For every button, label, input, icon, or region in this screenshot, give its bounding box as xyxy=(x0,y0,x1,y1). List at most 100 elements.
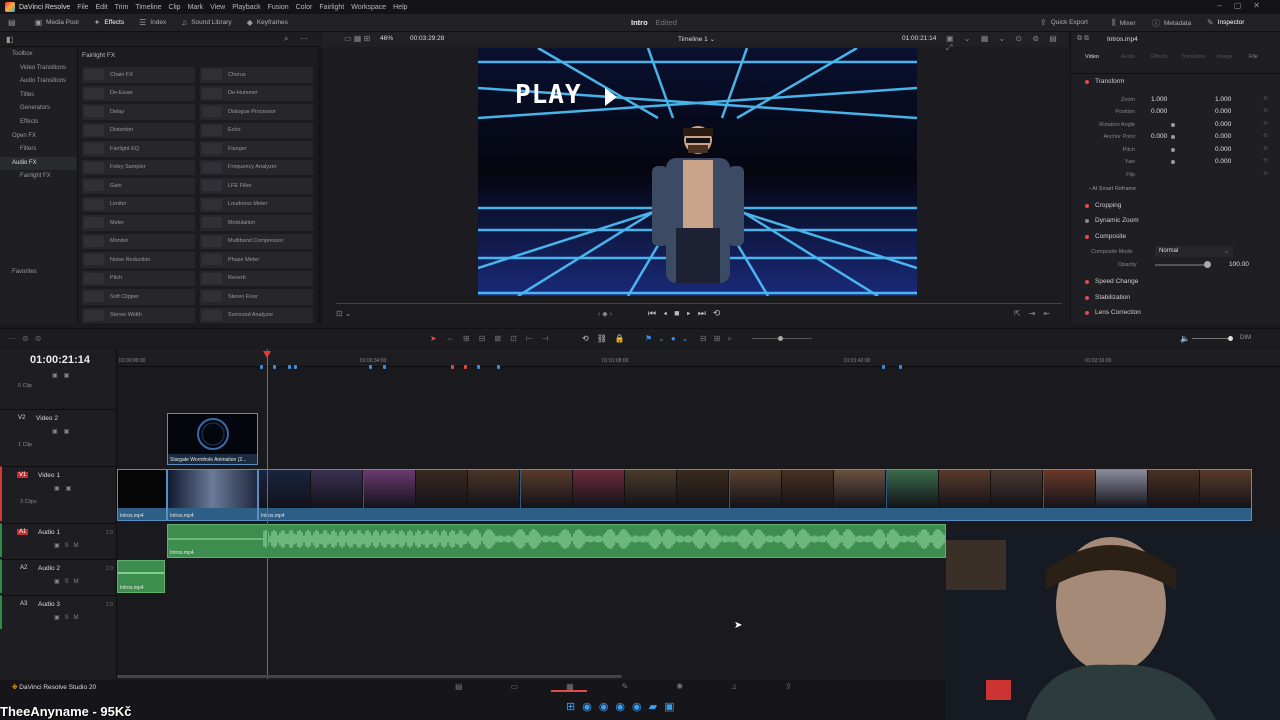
track-a1[interactable]: A1 Audio 1 2.0 ▣SM xyxy=(0,523,117,557)
viewer-layout-icon[interactable]: ▭ ▦ ⊞ xyxy=(344,34,370,43)
transform-slider-handle[interactable] xyxy=(1171,123,1175,127)
metadata-button[interactable]: ⓘ Metadata xyxy=(1152,18,1191,29)
inspector-button[interactable]: ✎ Inspector xyxy=(1207,18,1244,27)
tree-item[interactable]: Filters xyxy=(0,143,77,157)
timeline-marker[interactable] xyxy=(464,365,467,369)
timeline-marker[interactable] xyxy=(369,365,372,369)
timeline-marker[interactable] xyxy=(383,365,386,369)
effect-item[interactable]: Surround Analyzer xyxy=(200,307,313,323)
layout-icon[interactable]: ▤ xyxy=(8,18,20,27)
effects-button[interactable]: ✦ Effects xyxy=(94,18,124,27)
tree-item[interactable]: Video Transitions xyxy=(0,62,77,76)
effect-item[interactable]: Multiband Compressor xyxy=(200,233,313,249)
timeline-view-icons[interactable]: ⋯⊚⊛ xyxy=(8,334,47,343)
effect-item[interactable]: Reverb xyxy=(200,270,313,286)
effect-item[interactable]: Flanger xyxy=(200,141,313,157)
clip-audio-a1[interactable]: Intros.mp4 xyxy=(167,524,946,558)
tab-file[interactable]: File xyxy=(1249,54,1258,60)
transform-y-value[interactable]: 0.000 xyxy=(1215,146,1231,153)
transform-x-value[interactable]: 0.000 xyxy=(1151,133,1167,140)
viewer-options-icons[interactable]: ▣ ⌄ ▦ ⌄ ⊙ ⊚ ▤ ⤢ xyxy=(946,34,1068,53)
tree-item[interactable]: Titles xyxy=(0,89,77,103)
viewer-zoom[interactable]: 46% xyxy=(380,35,393,42)
transform-x-value[interactable]: 1.000 xyxy=(1151,96,1167,103)
track-mute-solo-icons[interactable]: ▣SM xyxy=(54,614,84,621)
dim-button[interactable]: DIM xyxy=(1240,335,1251,341)
track-v1[interactable]: V1 Video 1 ▣▣ 3 Clips xyxy=(0,466,117,521)
reset-icon[interactable]: ⟲ xyxy=(1263,158,1268,164)
menu-fairlight[interactable]: Fairlight xyxy=(319,4,344,11)
flag-marker-icons[interactable]: ⚑⌄●⌄ xyxy=(645,334,694,343)
clip-intros-3[interactable]: Intros.mp4 xyxy=(258,469,1252,521)
tree-item[interactable]: Fairlight FX xyxy=(0,170,77,184)
effect-item[interactable]: Soft Clipper xyxy=(82,289,195,305)
menu-view[interactable]: View xyxy=(210,4,225,11)
timeline-marker[interactable] xyxy=(260,365,263,369)
effect-item[interactable]: Dialogue Processor xyxy=(200,104,313,120)
tab-effects[interactable]: Effects xyxy=(1151,54,1168,60)
quick-export-button[interactable]: ⇪ Quick Export xyxy=(1040,18,1088,27)
effect-item[interactable]: De-Hummer xyxy=(200,85,313,101)
timeline-marker[interactable] xyxy=(477,365,480,369)
speaker-icon[interactable]: 🔈 xyxy=(1180,334,1190,343)
effect-item[interactable]: Chain FX xyxy=(82,67,195,83)
menu-edit[interactable]: Edit xyxy=(96,4,108,11)
effect-item[interactable]: Meter xyxy=(82,215,195,231)
transform-slider-handle[interactable] xyxy=(1171,148,1175,152)
clip-audio-a2[interactable]: Intros.mp4 xyxy=(117,560,165,593)
timeline-marker[interactable] xyxy=(451,365,454,369)
sidebar-toggle-icon[interactable]: ◧ xyxy=(6,35,14,44)
media-pool-button[interactable]: ▣ Media Pool xyxy=(35,18,79,27)
page-switcher[interactable]: ▤▭▦✎✺♫⇪ xyxy=(455,682,840,691)
stabilization-section[interactable]: Stabilization xyxy=(1071,291,1280,305)
effect-item[interactable]: Phase Meter xyxy=(200,252,313,268)
jog-control-icon[interactable]: ‹ ◆ › xyxy=(598,310,612,318)
timeline-timecode[interactable]: 01:00:21:14 xyxy=(30,354,90,366)
opacity-value[interactable]: 100.00 xyxy=(1229,261,1249,268)
reset-icon[interactable]: ⟲ xyxy=(1263,121,1268,127)
edit-tools-icons[interactable]: ⇔⊞⊟⊠⊡⊢⊣ xyxy=(446,334,558,343)
tab-video[interactable]: Video xyxy=(1085,54,1099,60)
transform-y-value[interactable]: 1.000 xyxy=(1215,96,1231,103)
transform-section[interactable]: Transform xyxy=(1071,75,1280,89)
smart-reframe-section[interactable]: › AI Smart Reframe xyxy=(1089,186,1136,192)
timeline-scrollbar[interactable] xyxy=(117,675,622,678)
search-icon[interactable]: ⌕ xyxy=(284,34,288,44)
tree-item[interactable]: Toolbox xyxy=(0,48,77,62)
transform-y-value[interactable]: 0.000 xyxy=(1215,133,1231,140)
speed-change-section[interactable]: Speed Change xyxy=(1071,275,1280,289)
lens-correction-section[interactable]: Lens Correction xyxy=(1071,306,1280,320)
timeline-marker[interactable] xyxy=(288,365,291,369)
menu-mark[interactable]: Mark xyxy=(188,4,204,11)
more-options-icon[interactable]: ⋯ xyxy=(300,34,308,43)
effect-item[interactable]: Distortion xyxy=(82,122,195,138)
timeline-zoom-handle[interactable] xyxy=(778,336,783,341)
reset-icon[interactable]: ⟲ xyxy=(1263,108,1268,114)
timeline-ruler[interactable]: 01:00:00:00 01:00:34:00 01:01:08:00 01:0… xyxy=(117,349,1280,367)
effect-item[interactable]: Frequency Analyzer xyxy=(200,159,313,175)
tab-image[interactable]: Image xyxy=(1217,54,1232,60)
effect-item[interactable]: Loudness Meter xyxy=(200,196,313,212)
effect-item[interactable]: Stereo Width xyxy=(82,307,195,323)
index-button[interactable]: ☰ Index xyxy=(139,18,166,27)
effect-item[interactable]: Delay xyxy=(82,104,195,120)
viewer-scrubber[interactable] xyxy=(336,303,1062,304)
track-a2[interactable]: A2 Audio 2 2.0 ▣SM xyxy=(0,559,117,593)
reset-icon[interactable]: ⟲ xyxy=(1263,171,1268,177)
window-controls[interactable]: –▢✕ xyxy=(1217,1,1272,10)
effect-item[interactable]: Gain xyxy=(82,178,195,194)
timeline-marker[interactable] xyxy=(294,365,297,369)
transform-slider-handle[interactable] xyxy=(1171,135,1175,139)
effect-item[interactable]: Chorus xyxy=(200,67,313,83)
transform-y-value[interactable]: 0.000 xyxy=(1215,108,1231,115)
timeline-marker[interactable] xyxy=(882,365,885,369)
menu-help[interactable]: Help xyxy=(393,4,407,11)
snap-link-lock-icons[interactable]: ⟲⛓🔒 xyxy=(582,334,633,343)
clip-stargate-wormhole[interactable]: Stargate Wormhole Animation (2... xyxy=(167,413,258,465)
zoom-mode-icons[interactable]: ⊟⊞⌕ xyxy=(700,334,739,344)
track-mute-solo-icons[interactable]: ▣SM xyxy=(54,542,84,549)
menu-trim[interactable]: Trim xyxy=(115,4,129,11)
menu-fusion[interactable]: Fusion xyxy=(268,4,289,11)
menu-color[interactable]: Color xyxy=(296,4,313,11)
source-timecode[interactable]: 00:03:29:28 xyxy=(410,35,444,42)
